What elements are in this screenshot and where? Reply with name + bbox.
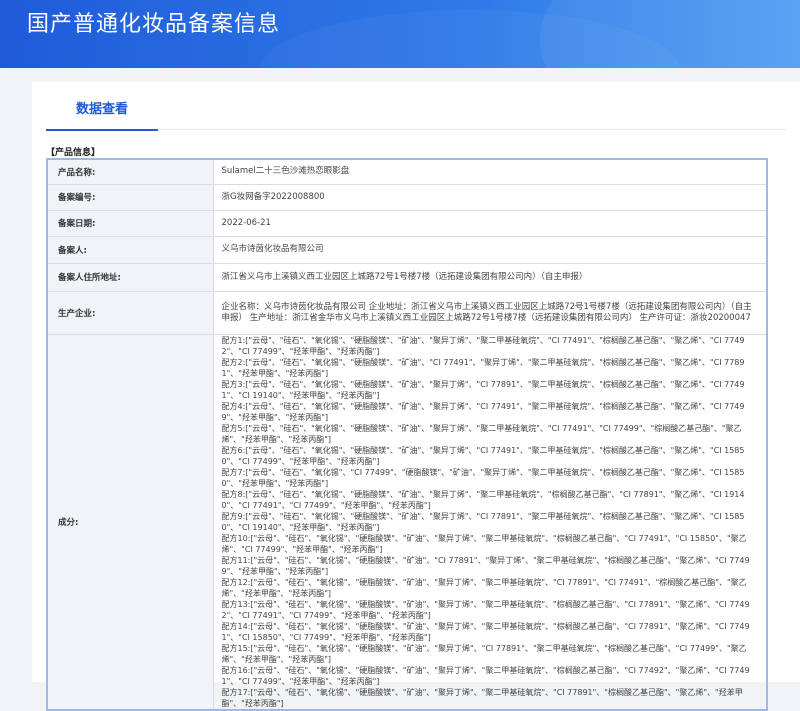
row-label: 成分: <box>46 333 214 710</box>
formula-line: 配方10:["云母"、"硅石"、"氧化锡"、"硬脂酸镁"、"矿油"、"聚异丁烯"… <box>221 533 747 554</box>
tab-bar: 数据查看 <box>46 82 786 131</box>
formula-line: 配方1:["云母"、"硅石"、"氧化锡"、"硬脂酸镁"、"矿油"、"聚异丁烯"、… <box>221 335 745 356</box>
product-name-value: Sulamel二十三色沙滩热恋眼影盘 <box>212 158 768 185</box>
section-title: 【产品信息】 <box>46 148 101 158</box>
formula-line: 配方8:["云母"、"硅石"、"氧化锡"、"硬脂酸镁"、"矿油"、"聚异丁烯"、… <box>221 489 745 510</box>
formula-line: 配方12:["云母"、"硅石"、"氧化锡"、"硬脂酸镁"、"矿油"、"聚异丁烯"… <box>221 577 747 598</box>
tab-data-view[interactable]: 数据查看 <box>46 82 158 131</box>
tab-active-indicator <box>46 129 158 131</box>
table-row: 备案日期: 2022-06-21 <box>46 209 768 237</box>
formula-line: 配方7:["云母"、"硅石"、"氧化锡"、"CI 77499"、"硬脂酸镁"、"… <box>221 467 745 488</box>
row-label: 备案人: <box>46 235 214 264</box>
record-date-value: 2022-06-21 <box>212 209 768 237</box>
table-row: 产品名称: Sulamel二十三色沙滩热恋眼影盘 <box>46 158 768 185</box>
table-row: 成分: 配方1:["云母"、"硅石"、"氧化锡"、"硬脂酸镁"、"矿油"、"聚异… <box>46 333 768 710</box>
tab-label: 数据查看 <box>75 102 128 117</box>
manufacturer-value: 企业名称：义乌市诗茵化妆品有限公司 企业地址：浙江省义乌市上溪镇义西工业园区上城… <box>212 290 768 335</box>
formula-line: 配方6:["云母"、"硅石"、"氧化锡"、"硬脂酸镁"、"矿油"、"聚异丁烯"、… <box>221 445 745 466</box>
row-label: 备案日期: <box>46 209 214 237</box>
record-number-value: 浙G妆网备字2022008800 <box>212 183 768 211</box>
row-label: 生产企业: <box>46 290 214 335</box>
row-label: 备案人住所地址: <box>46 262 214 292</box>
table-row: 生产企业: 企业名称：义乌市诗茵化妆品有限公司 企业地址：浙江省义乌市上溪镇义西… <box>46 290 768 335</box>
table-row: 备案人住所地址: 浙江省义乌市上溪镇义西工业园区上城路72号1号楼7楼（远拓建设… <box>46 262 768 292</box>
formula-line: 配方14:["云母"、"硅石"、"氧化锡"、"硬脂酸镁"、"矿油"、"聚异丁烯"… <box>221 621 750 642</box>
filer-value: 义乌市诗茵化妆品有限公司 <box>212 235 768 264</box>
formula-line: 配方13:["云母"、"硅石"、"氧化锡"、"硬脂酸镁"、"矿油"、"聚异丁烯"… <box>221 599 750 620</box>
page-title: 国产普通化妆品备案信息 <box>27 12 281 37</box>
formula-line: 配方5:["云母"、"硅石"、"氧化锡"、"硬脂酸镁"、"矿油"、"聚异丁烯"、… <box>221 423 742 444</box>
ingredients-value: 配方1:["云母"、"硅石"、"氧化锡"、"硬脂酸镁"、"矿油"、"聚异丁烯"、… <box>212 333 768 710</box>
product-info-table: 产品名称: Sulamel二十三色沙滩热恋眼影盘 备案编号: 浙G妆网备字202… <box>46 158 768 711</box>
content-card: 数据查看 【产品信息】 产品名称: Sulamel二十三色沙滩热恋眼影盘 备案编… <box>32 82 800 711</box>
formula-line: 配方2:["云母"、"硅石"、"氧化锡"、"硬脂酸镁"、"矿油"、"CI 774… <box>221 357 745 378</box>
filer-address-value: 浙江省义乌市上溪镇义西工业园区上城路72号1号楼7楼（远拓建设集团有限公司内）（… <box>212 262 768 292</box>
formula-line: 配方17:["云母"、"硅石"、"氧化锡"、"硬脂酸镁"、"矿油"、"聚异丁烯"… <box>221 687 743 708</box>
row-label: 备案编号: <box>46 183 214 211</box>
formula-line: 配方9:["云母"、"硅石"、"氧化锡"、"硬脂酸镁"、"矿油"、"聚异丁烯"、… <box>221 511 745 532</box>
formula-line: 配方4:["云母"、"硅石"、"氧化锡"、"硬脂酸镁"、"矿油"、"聚异丁烯"、… <box>221 401 745 422</box>
page-header: 国产普通化妆品备案信息 <box>0 0 800 68</box>
row-label: 产品名称: <box>46 158 214 185</box>
formula-line: 配方3:["云母"、"硅石"、"氧化锡"、"硬脂酸镁"、"矿油"、"聚异丁烯"、… <box>221 379 745 400</box>
formula-line: 配方11:["云母"、"硅石"、"氧化锡"、"硬脂酸镁"、"矿油"、"CI 77… <box>221 555 750 576</box>
formula-line: 配方16:["云母"、"硅石"、"氧化锡"、"硬脂酸镁"、"矿油"、"聚异丁烯"… <box>221 665 750 686</box>
table-row: 备案编号: 浙G妆网备字2022008800 <box>46 183 768 211</box>
table-row: 备案人: 义乌市诗茵化妆品有限公司 <box>46 235 768 264</box>
